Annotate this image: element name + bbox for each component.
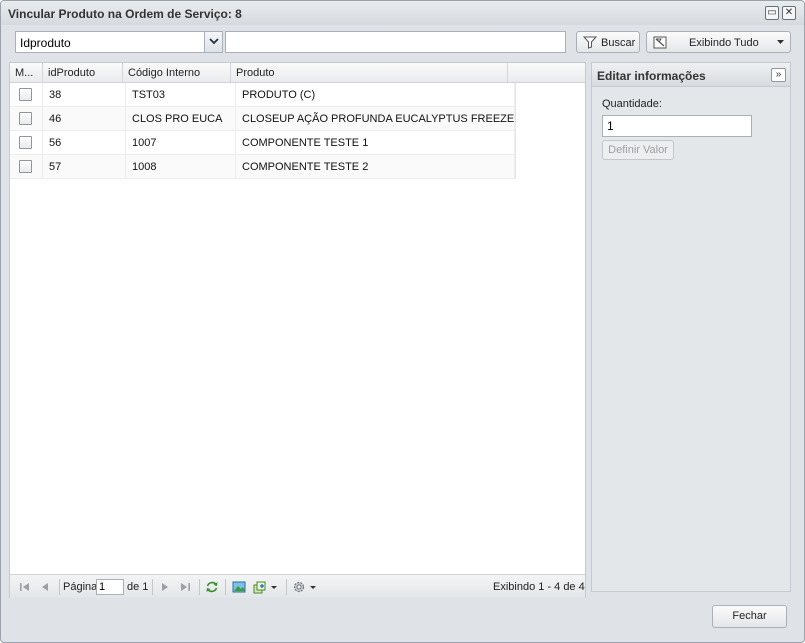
cell-codigo: 1007 <box>126 131 236 154</box>
table-row[interactable]: 57 1008 COMPONENTE TESTE 2 <box>10 155 515 179</box>
pager-separator <box>152 579 153 595</box>
page-number-input[interactable] <box>96 579 124 595</box>
row-checkbox[interactable] <box>19 112 32 125</box>
collapse-icon[interactable]: » <box>771 68 786 82</box>
export-dropdown-icon[interactable] <box>268 580 282 594</box>
row-checkbox[interactable] <box>19 160 32 173</box>
row-checkbox[interactable] <box>19 136 32 149</box>
gear-icon[interactable] <box>292 580 306 594</box>
cell-idproduto: 38 <box>43 83 126 106</box>
dialog-title: Vincular Produto na Ordem de Serviço: 8 <box>8 7 242 21</box>
export-icon[interactable] <box>253 580 267 594</box>
search-toolbar: Idproduto Buscar Exibindo Tudo <box>9 27 793 59</box>
dialog-window: Vincular Produto na Ordem de Serviço: 8 … <box>0 0 805 643</box>
column-header-codigo[interactable]: Código Interno <box>123 63 231 82</box>
table-row[interactable]: 38 TST03 PRODUTO (C) <box>10 83 515 107</box>
cell-codigo: TST03 <box>126 83 236 106</box>
quantity-label: Quantidade: <box>602 98 662 110</box>
cell-produto: COMPONENTE TESTE 1 <box>236 131 515 154</box>
filter-icon <box>583 36 597 49</box>
pager-separator <box>199 579 200 595</box>
pager-separator <box>59 579 60 595</box>
refresh-icon[interactable] <box>205 580 219 594</box>
field-select[interactable]: Idproduto <box>15 31 223 53</box>
prev-page-icon[interactable] <box>38 580 52 594</box>
last-page-icon[interactable] <box>178 580 192 594</box>
grid-header: M... idProduto Código Interno Produto <box>10 63 585 83</box>
cell-idproduto: 57 <box>43 155 126 178</box>
cell-codigo: CLOS PRO EUCA <box>126 107 236 130</box>
edit-panel: Editar informações » Quantidade: Definir… <box>591 62 791 592</box>
row-select-cell <box>10 107 43 130</box>
row-select-cell <box>10 155 43 178</box>
edit-panel-title: Editar informações <box>597 69 706 83</box>
row-select-cell <box>10 83 43 106</box>
page-label: Página <box>63 581 98 593</box>
buscar-label: Buscar <box>601 37 636 49</box>
first-page-icon[interactable] <box>18 580 32 594</box>
edit-panel-header: Editar informações » <box>592 63 790 87</box>
search-input[interactable] <box>225 31 566 53</box>
cell-produto: CLOSEUP AÇÃO PROFUNDA EUCALYPTUS FREEZE <box>236 107 515 130</box>
settings-dropdown-icon[interactable] <box>307 580 321 594</box>
close-icon[interactable]: ✕ <box>782 6 796 20</box>
filter-mode-button[interactable]: Exibindo Tudo <box>646 31 791 53</box>
define-value-button[interactable]: Definir Valor <box>602 140 674 160</box>
display-info: Exibindo 1 - 4 de 4 <box>493 581 585 593</box>
dropdown-arrow-icon <box>777 40 784 44</box>
row-checkbox[interactable] <box>19 88 32 101</box>
cell-codigo: 1008 <box>126 155 236 178</box>
column-header-idproduto[interactable]: idProduto <box>43 63 123 82</box>
column-header-mark[interactable]: M... <box>10 63 43 82</box>
filter-mode-icon <box>653 36 667 49</box>
paging-toolbar: Página de 1 Exibindo 1 - 4 de 4 <box>10 574 585 598</box>
product-grid: M... idProduto Código Interno Produto 38… <box>9 62 586 598</box>
pager-separator <box>286 579 287 595</box>
table-row[interactable]: 56 1007 COMPONENTE TESTE 1 <box>10 131 515 155</box>
pager-separator <box>225 579 226 595</box>
next-page-icon[interactable] <box>158 580 172 594</box>
restore-icon[interactable]: ▭ <box>765 6 779 20</box>
buscar-button[interactable]: Buscar <box>576 31 640 53</box>
cell-idproduto: 56 <box>43 131 126 154</box>
column-header-produto[interactable]: Produto <box>231 63 508 82</box>
title-bar[interactable]: Vincular Produto na Ordem de Serviço: 8 … <box>1 1 804 25</box>
close-button[interactable]: Fechar <box>712 605 787 628</box>
chevron-down-icon[interactable] <box>204 32 222 52</box>
row-select-cell <box>10 131 43 154</box>
cell-produto: PRODUTO (C) <box>236 83 515 106</box>
quantity-input[interactable] <box>602 115 752 137</box>
grid-column-divider <box>515 83 516 179</box>
table-row[interactable]: 46 CLOS PRO EUCA CLOSEUP AÇÃO PROFUNDA E… <box>10 107 515 131</box>
image-export-icon[interactable] <box>232 580 246 594</box>
field-select-value: Idproduto <box>20 36 71 50</box>
filter-mode-label: Exibindo Tudo <box>689 37 759 49</box>
page-count-label: de 1 <box>127 581 149 593</box>
cell-produto: COMPONENTE TESTE 2 <box>236 155 515 178</box>
cell-idproduto: 46 <box>43 107 126 130</box>
